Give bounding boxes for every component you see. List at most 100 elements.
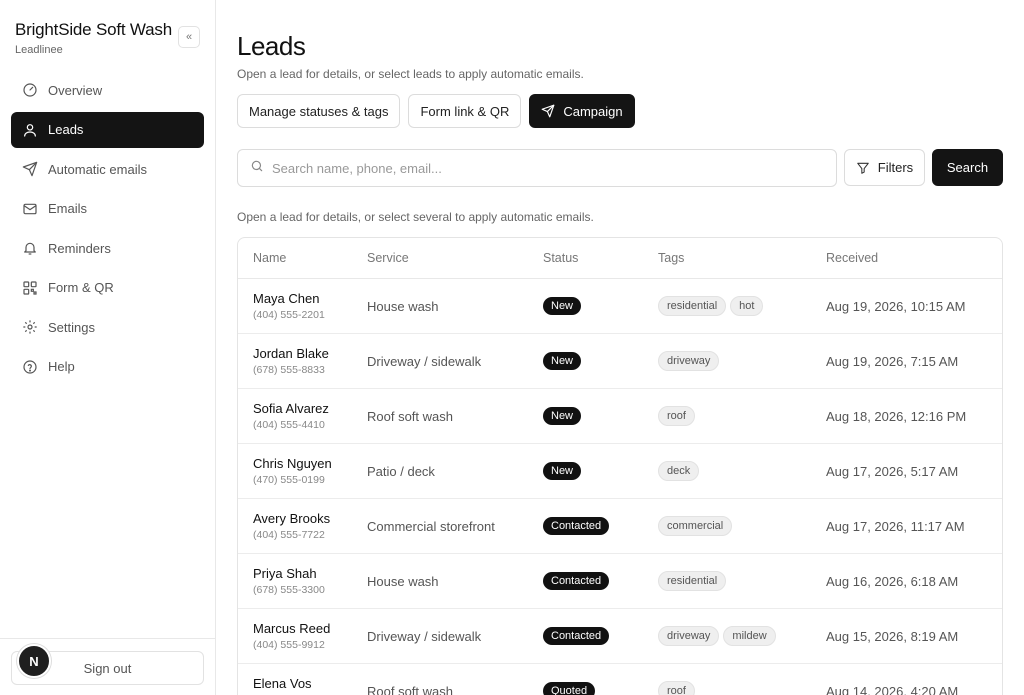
status-cell: New: [543, 297, 658, 315]
sidebar-item-overview[interactable]: Overview: [11, 72, 204, 108]
lead-phone: (404) 555-9912: [253, 639, 325, 651]
tag-badge: residential: [658, 571, 727, 591]
sidebar-nav: Overview Leads Automatic emails Emails R…: [11, 72, 204, 388]
button-label: Search: [946, 160, 989, 175]
sidebar-item-leads[interactable]: Leads: [11, 111, 204, 148]
lead-name-cell: Marcus Reed (404) 555-9912: [238, 621, 367, 651]
gear-icon: [21, 319, 38, 336]
sidebar-item-label: Reminders: [48, 240, 111, 256]
lead-service: Patio / deck: [367, 463, 435, 479]
tag-badge: mildew: [723, 626, 776, 646]
tags-cell: residential: [658, 571, 826, 591]
lead-phone: (678) 555-3300: [253, 584, 325, 596]
column-header-received[interactable]: Received: [826, 251, 1002, 265]
campaign-button[interactable]: Campaign: [529, 94, 635, 128]
brand-name: BrightSide Soft Wash: [15, 20, 172, 39]
status-badge: New: [543, 462, 582, 480]
lead-service: Driveway / sidewalk: [367, 353, 482, 369]
status-cell: Quoted: [543, 682, 658, 695]
table-body: Maya Chen (404) 555-2201 House wash New …: [238, 279, 1002, 695]
lead-received: Aug 19, 2026, 10:15 AM: [826, 298, 966, 314]
status-cell: Contacted: [543, 572, 658, 590]
tags-cell: commercial: [658, 516, 826, 536]
table-row[interactable]: Maya Chen (404) 555-2201 House wash New …: [238, 279, 1002, 334]
lead-phone: (404) 555-4410: [253, 419, 325, 431]
collapse-sidebar-button[interactable]: «: [178, 26, 200, 48]
search-input[interactable]: [272, 160, 812, 176]
table-row[interactable]: Jordan Blake (678) 555-8833 Driveway / s…: [238, 334, 1002, 389]
search-bar: [237, 149, 837, 187]
tags-cell: deck: [658, 461, 826, 481]
sidebar-item-label: Form & QR: [48, 280, 114, 295]
status-badge: New: [543, 407, 582, 425]
tag-badge: driveway: [658, 351, 720, 371]
table-row[interactable]: Elena Vos (470) 555-0011 Roof soft wash …: [238, 664, 1002, 695]
lead-received: Aug 17, 2026, 5:17 AM: [826, 463, 959, 479]
column-header-name[interactable]: Name: [238, 251, 367, 265]
table-header: Name Service Status Tags Received: [238, 238, 1002, 279]
table-row[interactable]: Priya Shah (678) 555-3300 House wash Con…: [238, 554, 1002, 609]
action-bar: Manage statuses & tags Form link & QR Ca…: [237, 94, 635, 128]
lead-name: Priya Shah: [253, 566, 317, 581]
status-badge: Contacted: [543, 517, 610, 535]
lead-name-cell: Elena Vos (470) 555-0011: [238, 676, 367, 695]
button-label: Campaign: [563, 103, 623, 119]
lead-name: Marcus Reed: [253, 621, 331, 636]
filters-button[interactable]: Filters: [844, 149, 925, 186]
table-row[interactable]: Sofia Alvarez (404) 555-4410 Roof soft w…: [238, 389, 1002, 444]
table-row[interactable]: Chris Nguyen (470) 555-0199 Patio / deck…: [238, 444, 1002, 499]
sidebar: BrightSide Soft Wash Leadlinee « Overvie…: [0, 0, 216, 695]
lead-received: Aug 19, 2026, 7:15 AM: [826, 353, 959, 369]
sidebar-item-automatic-emails[interactable]: Automatic emails: [11, 151, 204, 187]
status-cell: Contacted: [543, 627, 658, 645]
status-cell: Contacted: [543, 517, 658, 535]
status-badge: Contacted: [543, 572, 610, 590]
lead-name: Maya Chen: [253, 291, 320, 306]
lead-received: Aug 14, 2026, 4:20 AM: [826, 683, 959, 695]
bell-icon: [21, 240, 38, 257]
sidebar-item-form-qr[interactable]: Form & QR: [11, 270, 204, 306]
column-header-service[interactable]: Service: [367, 251, 543, 265]
user-icon: [21, 121, 38, 138]
manage-statuses-tags-button[interactable]: Manage statuses & tags: [237, 94, 401, 128]
avatar[interactable]: N: [17, 644, 51, 678]
sidebar-item-settings[interactable]: Settings: [11, 309, 204, 345]
button-label: Form link & QR: [420, 103, 510, 119]
status-cell: New: [543, 407, 658, 425]
search-icon: [250, 159, 264, 178]
column-header-tags[interactable]: Tags: [658, 251, 826, 265]
sidebar-item-label: Overview: [48, 82, 103, 98]
tag-badge: hot: [730, 296, 764, 316]
page-title: Leads: [237, 31, 306, 61]
lead-name-cell: Maya Chen (404) 555-2201: [238, 291, 367, 321]
sidebar-item-help[interactable]: Help: [11, 349, 204, 385]
search-button[interactable]: Search: [932, 149, 1003, 186]
form-link-qr-button[interactable]: Form link & QR: [408, 94, 522, 128]
sidebar-item-label: Emails: [48, 201, 88, 216]
status-badge: Quoted: [543, 682, 596, 695]
lead-name: Jordan Blake: [253, 346, 329, 361]
column-header-status[interactable]: Status: [543, 251, 658, 265]
lead-name-cell: Sofia Alvarez (404) 555-4410: [238, 401, 367, 431]
tag-badge: commercial: [658, 516, 733, 536]
table-row[interactable]: Marcus Reed (404) 555-9912 Driveway / si…: [238, 609, 1002, 664]
status-badge: New: [543, 297, 582, 315]
lead-received: Aug 17, 2026, 11:17 AM: [826, 518, 965, 534]
sidebar-item-label: Leads: [48, 122, 84, 137]
lead-name-cell: Chris Nguyen (470) 555-0199: [238, 456, 367, 486]
lead-service: House wash: [367, 573, 439, 589]
status-cell: New: [543, 462, 658, 480]
lead-phone: (678) 555-8833: [253, 364, 325, 376]
sidebar-item-emails[interactable]: Emails: [11, 191, 204, 227]
brand: BrightSide Soft Wash Leadlinee: [15, 20, 172, 56]
table-row[interactable]: Avery Brooks (404) 555-7722 Commercial s…: [238, 499, 1002, 554]
lead-service: Commercial storefront: [367, 518, 495, 534]
tags-cell: driveway: [658, 351, 826, 371]
brand-subtitle: Leadlinee: [15, 44, 63, 56]
lead-received: Aug 15, 2026, 8:19 AM: [826, 628, 959, 644]
tags-cell: driveway mildew: [658, 626, 826, 646]
status-badge: Contacted: [543, 627, 610, 645]
send-icon: [541, 104, 555, 118]
sidebar-item-reminders[interactable]: Reminders: [11, 230, 204, 266]
lead-received: Aug 16, 2026, 6:18 AM: [826, 573, 959, 589]
